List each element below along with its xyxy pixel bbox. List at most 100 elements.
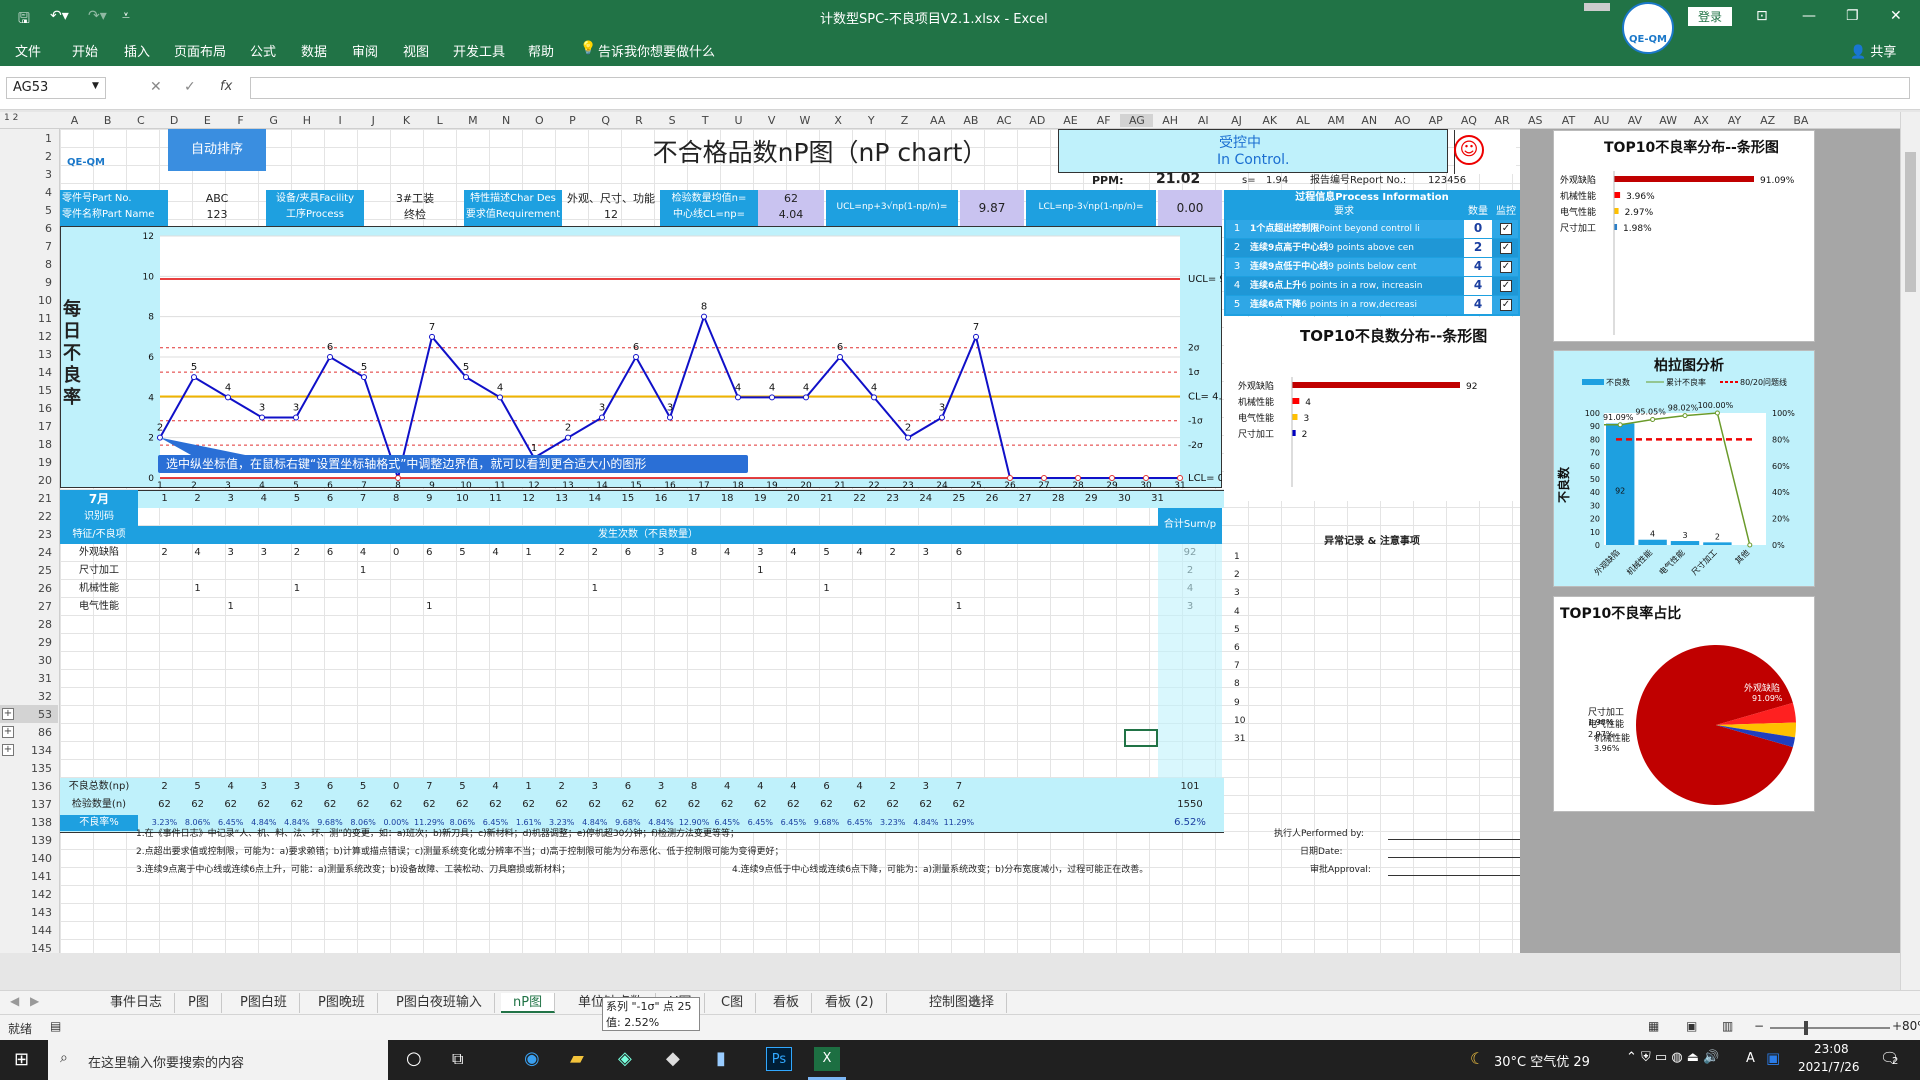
column-header[interactable]: AE [1054, 114, 1087, 127]
formula-input[interactable] [250, 77, 1910, 99]
expand-group-icon[interactable]: + [2, 744, 14, 756]
cumulative-point[interactable] [1714, 410, 1720, 416]
column-header[interactable]: AP [1419, 114, 1452, 127]
column-header[interactable]: E [191, 114, 224, 127]
tab-page-layout[interactable]: 页面布局 [174, 41, 226, 60]
column-header[interactable]: AT [1552, 114, 1585, 127]
row-header[interactable]: 27 [0, 597, 58, 615]
np-point[interactable] [939, 414, 945, 421]
column-header[interactable]: AD [1021, 114, 1054, 127]
column-header[interactable]: J [357, 114, 390, 127]
defect-count-cell[interactable]: 3 [214, 545, 247, 561]
column-header[interactable]: AZ [1751, 114, 1784, 127]
np-point[interactable] [599, 414, 605, 421]
column-header[interactable]: F [224, 114, 257, 127]
column-header[interactable]: G [257, 114, 290, 127]
bar[interactable] [1292, 414, 1298, 420]
minimize-icon[interactable]: — [1802, 8, 1816, 24]
row-header[interactable]: 32 [0, 687, 58, 705]
defect-count-cell[interactable]: 3 [247, 545, 280, 561]
function-icon[interactable]: fx [220, 79, 232, 94]
row-header[interactable]: 140 [0, 849, 58, 867]
clock-time[interactable]: 23:08 [1814, 1042, 1849, 1056]
column-header[interactable]: D [158, 114, 191, 127]
row-header[interactable]: 18 [0, 435, 58, 453]
tab-view[interactable]: 视图 [403, 41, 429, 60]
part-no-value[interactable]: ABC [168, 191, 266, 207]
column-header[interactable]: BA [1784, 114, 1817, 127]
normal-view-icon[interactable]: ▦ [1648, 1019, 1659, 1033]
vertical-scrollbar[interactable] [1900, 112, 1920, 990]
file-explorer-icon[interactable]: ▰ [570, 1048, 584, 1069]
cumulative-point[interactable] [1682, 413, 1688, 419]
row-header[interactable]: 136 [0, 777, 58, 795]
defect-count-cell[interactable]: 1 [744, 563, 777, 579]
undo-icon[interactable]: ↶▾ [50, 8, 69, 24]
add-sheet-icon[interactable]: ⊕ [968, 992, 981, 1010]
defect-count-cell[interactable]: 2 [578, 545, 611, 561]
sheet-tab[interactable]: 事件日志 [98, 993, 176, 1013]
macro-record-icon[interactable]: ▤ [50, 1019, 61, 1033]
defect-count-cell[interactable]: 1 [810, 581, 843, 597]
column-header[interactable]: AA [921, 114, 954, 127]
taskbar-search[interactable]: ⌕ 在这里输入你要搜索的内容 [48, 1040, 388, 1080]
weather-text[interactable]: 30°C 空气优 29 [1494, 1051, 1590, 1070]
sheet-tab[interactable]: P图白夜班输入 [384, 993, 495, 1013]
bar[interactable] [1614, 208, 1619, 214]
defect-count-cell[interactable]: 4 [711, 545, 744, 561]
name-box[interactable]: AG53 [6, 77, 106, 99]
defect-count-cell[interactable]: 6 [942, 545, 975, 561]
task-view-icon[interactable]: ⧉ [452, 1049, 463, 1069]
sheet-tab[interactable]: C图 [709, 993, 757, 1013]
facility-value[interactable]: 3#工装 [366, 191, 464, 207]
auto-sort-button[interactable]: 自动排序 [168, 129, 266, 171]
tab-help[interactable]: 帮助 [528, 41, 554, 60]
app-icon-1[interactable]: ◈ [618, 1048, 632, 1069]
excel-icon[interactable]: X [814, 1047, 840, 1071]
row-header[interactable]: 1 [0, 129, 58, 147]
defect-count-cell[interactable]: 5 [446, 545, 479, 561]
column-header[interactable]: AO [1386, 114, 1419, 127]
column-header[interactable]: K [390, 114, 423, 127]
row-header[interactable]: 139 [0, 831, 58, 849]
np-point[interactable] [701, 313, 707, 320]
top10-count-chart[interactable]: 外观缺陷 92 机械性能 4 电气性能 3 尺寸加工 2 [1224, 347, 1520, 497]
row-header[interactable]: 24 [0, 543, 58, 561]
defect-count-cell[interactable]: 3 [645, 545, 678, 561]
column-header[interactable]: T [689, 114, 722, 127]
pareto-bar[interactable] [1670, 541, 1700, 545]
defect-count-cell[interactable]: 1 [578, 581, 611, 597]
zoom-out-icon[interactable]: − [1754, 1019, 1764, 1033]
bar[interactable] [1292, 398, 1300, 404]
np-point[interactable] [1143, 475, 1149, 481]
sheet-tab[interactable]: 控制图选择 [917, 993, 1008, 1013]
column-header[interactable]: AR [1486, 114, 1519, 127]
defect-count-cell[interactable]: 5 [810, 545, 843, 561]
row-header[interactable]: 144 [0, 921, 58, 939]
ime-icon[interactable]: ▣ [1766, 1049, 1780, 1067]
np-point[interactable] [973, 333, 979, 340]
zoom-slider[interactable] [1770, 1027, 1890, 1029]
column-header[interactable]: AU [1585, 114, 1618, 127]
column-header[interactable]: C [124, 114, 157, 127]
column-header[interactable]: AG [1120, 114, 1154, 127]
row-header[interactable]: 15 [0, 381, 58, 399]
column-header[interactable]: I [324, 114, 357, 127]
defect-count-cell[interactable]: 4 [843, 545, 876, 561]
np-point[interactable] [259, 414, 265, 421]
tab-data[interactable]: 数据 [301, 41, 327, 60]
np-point[interactable] [463, 374, 469, 381]
zoom-thumb[interactable] [1804, 1021, 1808, 1035]
row-header[interactable]: 5 [0, 201, 58, 219]
np-point[interactable] [1041, 475, 1047, 481]
ime-language[interactable]: A [1746, 1051, 1755, 1066]
defect-count-cell[interactable]: 1 [347, 563, 380, 579]
row-header[interactable]: 26 [0, 579, 58, 597]
defect-count-cell[interactable]: 1 [280, 581, 313, 597]
pareto-bar[interactable] [1703, 542, 1732, 545]
column-header[interactable]: AS [1519, 114, 1552, 127]
photoshop-icon[interactable]: Ps [766, 1047, 792, 1071]
defect-count-cell[interactable]: 4 [181, 545, 214, 561]
row-header[interactable]: 13 [0, 345, 58, 363]
tab-review[interactable]: 审阅 [352, 41, 378, 60]
